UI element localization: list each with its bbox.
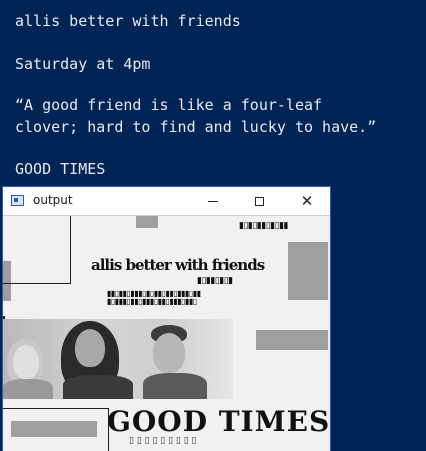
deco-frame [3, 408, 109, 451]
window-title: output [33, 193, 73, 207]
console-line-1: allis better with friends [15, 12, 241, 30]
poster-good-times: GOOD TIMES [107, 405, 330, 438]
person-face [153, 333, 185, 373]
close-icon: ✕ [300, 191, 314, 210]
console-line-4: clover; hard to find and lucky to have.” [15, 118, 377, 136]
console-line-2: Saturday at 4pm [15, 55, 151, 73]
person-shirt [3, 379, 53, 399]
poster-footer-mark: ▯ ▯ ▯ ▯ ▯ ▯ ▯ ▯ ▯ [129, 436, 197, 446]
title-bar[interactable]: output ✕ [3, 187, 330, 216]
deco-block [256, 330, 328, 350]
poster-canvas: ▮▯▮▯▮▮▯▮▯▮▮ allis better with friends ▮▯… [3, 216, 330, 451]
maximize-icon [254, 196, 264, 206]
person-face [75, 329, 105, 367]
deco-frame [3, 216, 71, 284]
poster-headline: allis better with friends [91, 256, 265, 274]
person-shirt [63, 375, 133, 399]
poster-quote: ▮▯▮▮▮▯▮▮▯▮▮▮▯▮▮▯▮▮▮▯▮▮▯ [107, 296, 197, 306]
output-window[interactable]: output ✕ ▮▯▮▯▮▮▯▮▯▮▮ allis better with f… [3, 187, 330, 451]
person-shirt [143, 373, 207, 399]
minimize-icon [208, 200, 218, 202]
poster-top-mark: ▮▯▮▯▮▮▯▮▯▮▮ [239, 221, 288, 231]
deco-block [136, 216, 158, 228]
person-face [13, 345, 39, 379]
console-line-5: GOOD TIMES [15, 160, 106, 178]
app-window-icon [11, 195, 24, 206]
console-line-3: “A good friend is like a four-leaf [15, 96, 323, 114]
poster-subtext: ▮▯▮▮▯▮▯▮ [197, 276, 233, 286]
friends-photo [3, 319, 233, 399]
maximize-button[interactable] [236, 187, 282, 215]
close-button[interactable]: ✕ [284, 187, 330, 215]
deco-block [288, 242, 328, 300]
minimize-button[interactable] [190, 187, 236, 215]
